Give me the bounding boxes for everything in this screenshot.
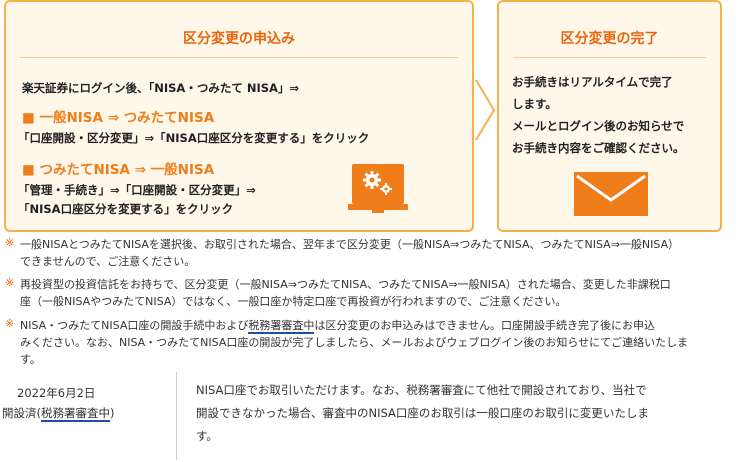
note-1-line1: 一般NISAとつみたてNISAを選択後、お取引された場合、翌年まで区分変更（一般…	[20, 238, 680, 251]
done-card-title: 区分変更の完了	[560, 31, 659, 47]
status-date: 2022年6月2日	[17, 386, 96, 400]
status-label-pre: 開設済(	[2, 406, 41, 420]
note-3-line1-pre: NISA・つみたてNISA口座の開設手続中および	[20, 319, 249, 332]
note-3-line2: みください。なお、NISA・つみたてNISA口座の開設が完了しましたら、メールお…	[20, 336, 689, 349]
note-1-mark: ※	[5, 236, 15, 249]
route2-steps-line1: 「管理・手続き」⇒「口座開設・区分変更」⇒	[18, 183, 256, 197]
done-card-title-rule	[513, 57, 706, 58]
status-label: 開設済(税務署審査中)	[2, 405, 115, 422]
status-description-line2: 開設できなかった場合、審査中のNISA口座のお取引は一般口座のお取引に変更いたし…	[196, 406, 649, 420]
status-divider	[176, 372, 177, 460]
note-3-line3: す。	[20, 353, 41, 366]
note-3-line1-post: は区分変更のお申込みはできません。口座開設手続き完了後にお申込	[314, 319, 656, 332]
apply-card-title-rule	[20, 57, 458, 58]
status-description: NISA口座でお取引いただけます。なお、税務署審査にて他社で開設されており、当社…	[196, 379, 730, 448]
route2-steps-line2: 「NISA口座区分を変更する」をクリック	[18, 202, 234, 216]
apply-card-title: 区分変更の申込み	[183, 31, 295, 47]
note-3-highlight: 税務署審査中	[248, 319, 315, 334]
note-3-line1: NISA・つみたてNISA口座の開設手続中および税務署審査中は区分変更のお申込み…	[20, 317, 735, 334]
note-2-mark: ※	[5, 276, 15, 289]
note-3-mark: ※	[5, 317, 15, 330]
done-line3: メールとログイン後のお知らせで	[512, 119, 685, 133]
note-1: 一般NISAとつみたてNISAを選択後、お取引された場合、翌年まで区分変更（一般…	[20, 236, 735, 270]
note-2: 再投資型の投資信託をお持ちで、区分変更（一般NISA⇒つみたてNISA、つみたて…	[20, 276, 735, 310]
route2-heading: ■ つみたてNISA ⇒ 一般NISA	[22, 162, 215, 178]
note-2-line2: 座（一般NISAやつみたてNISA）ではなく、一般口座か特定口座で再投資が行われ…	[20, 295, 567, 308]
status-highlight: 税務署審査中	[41, 406, 110, 422]
done-line4: お手続き内容をご確認ください。	[512, 141, 685, 155]
route1-heading: ■ 一般NISA ⇒ つみたてNISA	[22, 110, 215, 126]
gear-monitor-icon	[348, 164, 408, 213]
done-line2: します。	[512, 97, 557, 111]
route1-steps: 「口座開設・区分変更」⇒「NISA口座区分を変更する」をクリック	[18, 131, 370, 145]
note-1-line2: できませんので、ご注意ください。	[20, 255, 196, 268]
done-line1: お手続きはリアルタイムで完了	[512, 75, 673, 89]
apply-intro: 楽天証券にログイン後、「NISA・つみたて NISA」⇒	[22, 81, 300, 95]
chevron-right-icon	[475, 79, 496, 141]
status-label-post: )	[110, 406, 115, 420]
note-2-line1: 再投資型の投資信託をお持ちで、区分変更（一般NISA⇒つみたてNISA、つみたて…	[20, 278, 671, 291]
note-3: NISA・つみたてNISA口座の開設手続中および税務署審査中は区分変更のお申込み…	[20, 317, 735, 368]
envelope-icon	[574, 172, 648, 216]
status-description-line1: NISA口座でお取引いただけます。なお、税務署審査にて他社で開設されており、当社…	[196, 383, 647, 397]
status-description-line3: す。	[196, 429, 218, 443]
